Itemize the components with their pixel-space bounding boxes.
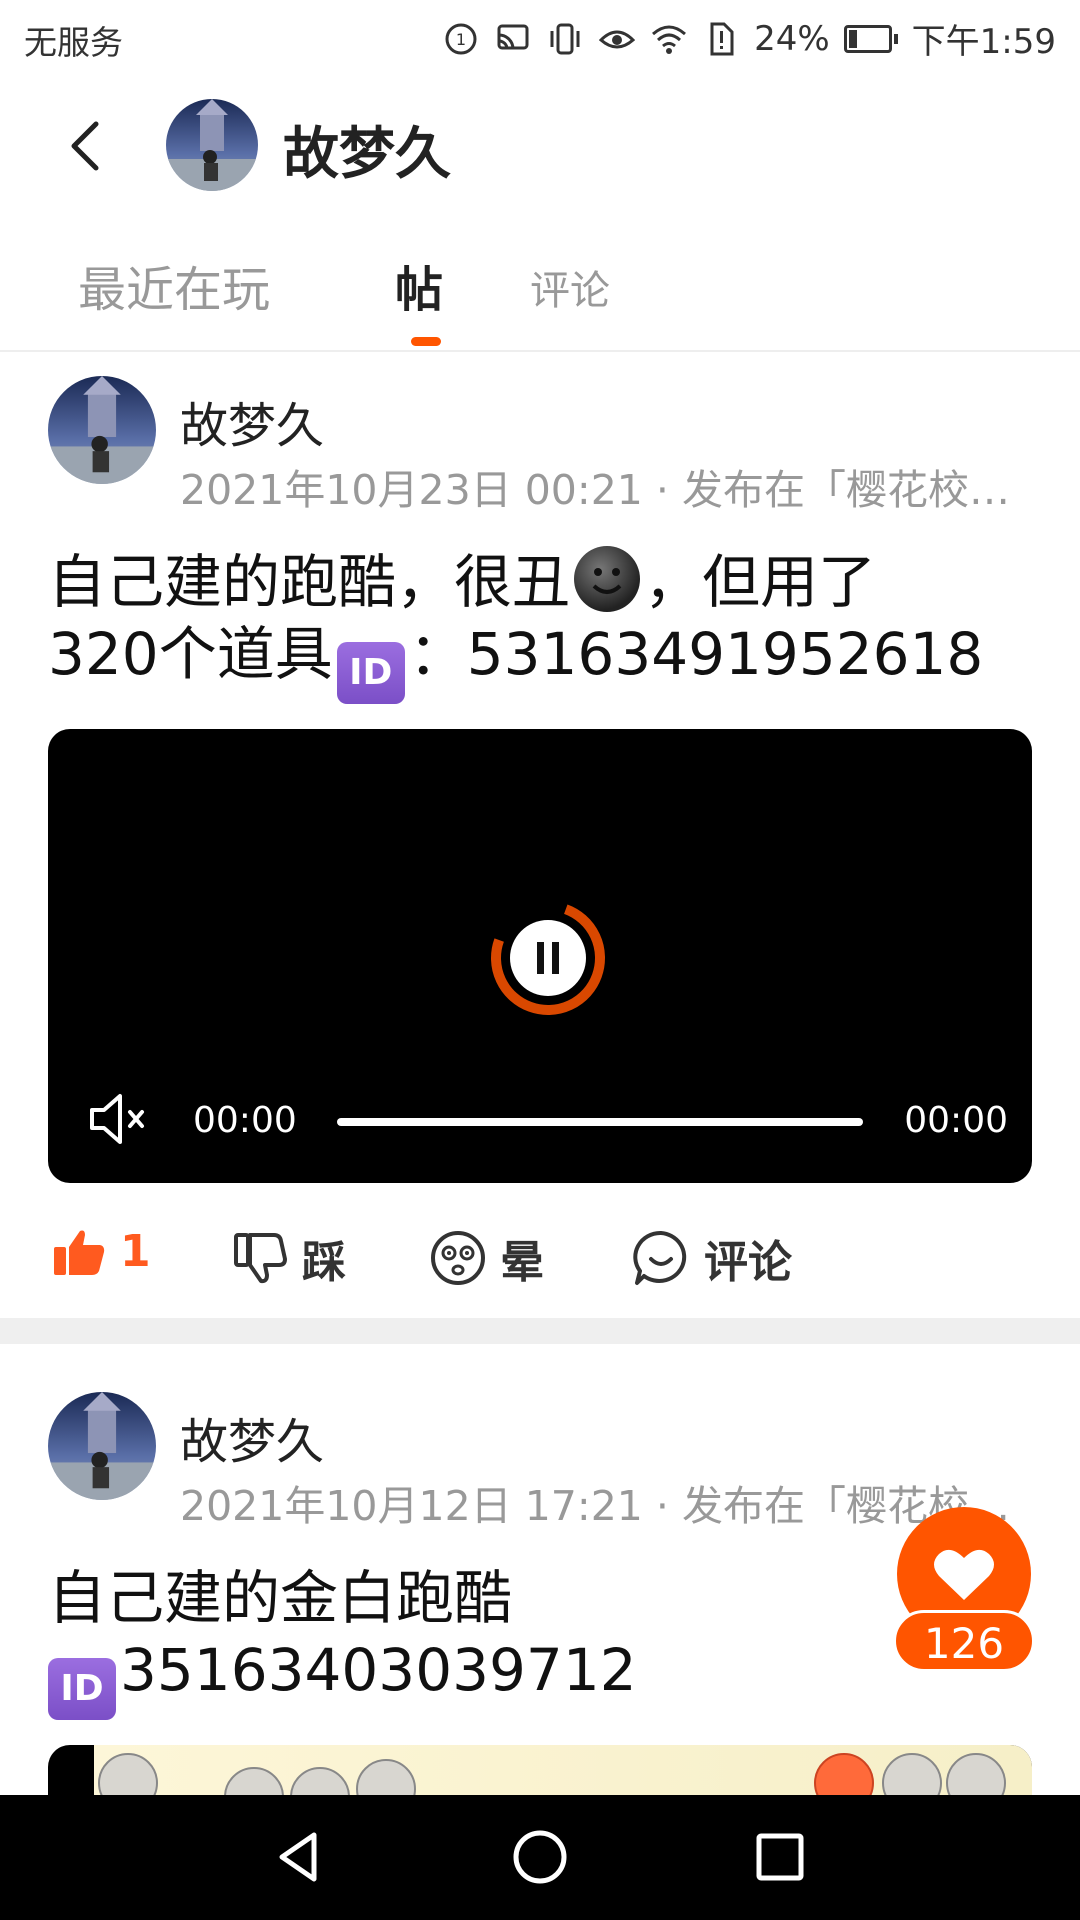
post-text-line: 自己建的跑酷，很丑 bbox=[48, 548, 571, 616]
heart-icon bbox=[934, 1549, 994, 1600]
help-icon bbox=[356, 1759, 416, 1795]
post-text-line: ，但用了 bbox=[644, 548, 877, 616]
loading-spinner-icon bbox=[491, 901, 605, 1015]
post-text: 自己建的跑酷，很丑 ，但用了 320个道具 ID ：53163491952618 bbox=[48, 546, 1008, 704]
comment-label: 评论 bbox=[704, 1237, 792, 1288]
menu-icon bbox=[98, 1753, 158, 1795]
id-emoji-icon: ID bbox=[48, 1658, 116, 1720]
tab-indicator bbox=[411, 337, 441, 346]
square-recents-icon bbox=[756, 1833, 804, 1881]
status-icons: 1 24% 下午1:59 bbox=[442, 14, 1056, 63]
post-divider bbox=[0, 1318, 1080, 1344]
svg-text:1: 1 bbox=[456, 30, 466, 49]
back-button[interactable] bbox=[60, 116, 120, 176]
post-text-line: 35163403039712 bbox=[120, 1636, 637, 1704]
thumbs-down-icon bbox=[234, 1233, 287, 1284]
page-title: 故梦久 bbox=[283, 122, 451, 187]
post-text-line: 320个道具 bbox=[48, 620, 333, 688]
post-text-line: ：53163491952618 bbox=[408, 620, 984, 688]
battery-icon bbox=[843, 24, 898, 53]
game-button-icon bbox=[224, 1767, 284, 1795]
status-bar: 无服务 1 24% 下午1:59 bbox=[0, 0, 1080, 76]
dislike-label: 踩 bbox=[302, 1237, 346, 1288]
back-arrow-icon bbox=[71, 121, 99, 171]
gift-icon bbox=[814, 1753, 874, 1795]
eye-icon bbox=[598, 20, 636, 58]
battery-percent: 24% bbox=[754, 18, 830, 59]
nav-home-button[interactable] bbox=[510, 1827, 570, 1887]
video-progress-bar[interactable] bbox=[337, 1118, 863, 1126]
camera-icon bbox=[946, 1753, 1006, 1795]
tab-posts[interactable]: 帖 bbox=[395, 250, 443, 320]
like-total-count: 126 bbox=[893, 1610, 1035, 1672]
profile-header: 故梦久 bbox=[0, 76, 1080, 216]
tab-bar: 最近在玩 帖 评论 bbox=[0, 216, 1080, 352]
vibrate-icon bbox=[546, 20, 584, 58]
id-emoji-icon: ID bbox=[336, 642, 405, 704]
avatar[interactable] bbox=[48, 376, 156, 484]
post-text-line: 自己建的金白跑酷 bbox=[48, 1564, 513, 1632]
avatar[interactable] bbox=[166, 99, 258, 191]
vpn-icon: 1 bbox=[442, 20, 480, 58]
cast-icon bbox=[494, 20, 532, 58]
dizzy-label: 晕 bbox=[500, 1237, 544, 1288]
triangle-back-icon bbox=[279, 1832, 317, 1882]
post-meta: 2021年10月23日 00:21 · 发布在「樱花校… bbox=[180, 466, 1010, 514]
floating-like-button[interactable]: 126 bbox=[893, 1507, 1035, 1677]
tab-recent[interactable]: 最近在玩 bbox=[78, 250, 270, 320]
video-thumbnail[interactable] bbox=[48, 1745, 1032, 1795]
dizzy-button[interactable]: 晕 bbox=[430, 1226, 544, 1290]
clock: 下午1:59 bbox=[911, 22, 1056, 62]
game-button-icon bbox=[290, 1767, 350, 1795]
video-player[interactable]: 00:00 00:00 bbox=[48, 729, 1032, 1183]
comment-button[interactable]: 评论 bbox=[632, 1226, 792, 1290]
like-count: 1 bbox=[120, 1226, 151, 1277]
mute-icon[interactable] bbox=[86, 1092, 150, 1146]
post-text: 自己建的金白跑酷 ID 35163403039712 bbox=[48, 1562, 1008, 1720]
wifi-icon bbox=[650, 20, 688, 58]
comment-bubble-icon bbox=[633, 1230, 687, 1285]
avatar[interactable] bbox=[48, 1392, 156, 1500]
pause-button[interactable] bbox=[484, 894, 612, 1022]
video-total-time: 00:00 bbox=[904, 1100, 1008, 1141]
smiley-emoji-icon bbox=[574, 546, 641, 612]
post-author[interactable]: 故梦久 bbox=[180, 386, 324, 456]
save-icon bbox=[882, 1753, 942, 1795]
tab-comments[interactable]: 评论 bbox=[530, 258, 610, 316]
circle-home-icon bbox=[513, 1830, 567, 1884]
like-button[interactable]: 1 bbox=[52, 1226, 151, 1277]
nav-back-button[interactable] bbox=[270, 1827, 330, 1887]
post-actions: 1 踩 晕 评论 bbox=[0, 1198, 1080, 1308]
carrier-label: 无服务 bbox=[24, 23, 123, 62]
post-author[interactable]: 故梦久 bbox=[180, 1402, 324, 1472]
dizzy-face-icon bbox=[431, 1231, 485, 1285]
nav-recents-button[interactable] bbox=[750, 1827, 810, 1887]
video-frame bbox=[94, 1745, 1032, 1795]
system-nav-bar bbox=[0, 1795, 1080, 1920]
video-current-time: 00:00 bbox=[193, 1100, 297, 1141]
dislike-button[interactable]: 踩 bbox=[232, 1226, 346, 1290]
sim-alert-icon bbox=[702, 20, 740, 58]
thumbs-up-icon bbox=[54, 1230, 105, 1275]
